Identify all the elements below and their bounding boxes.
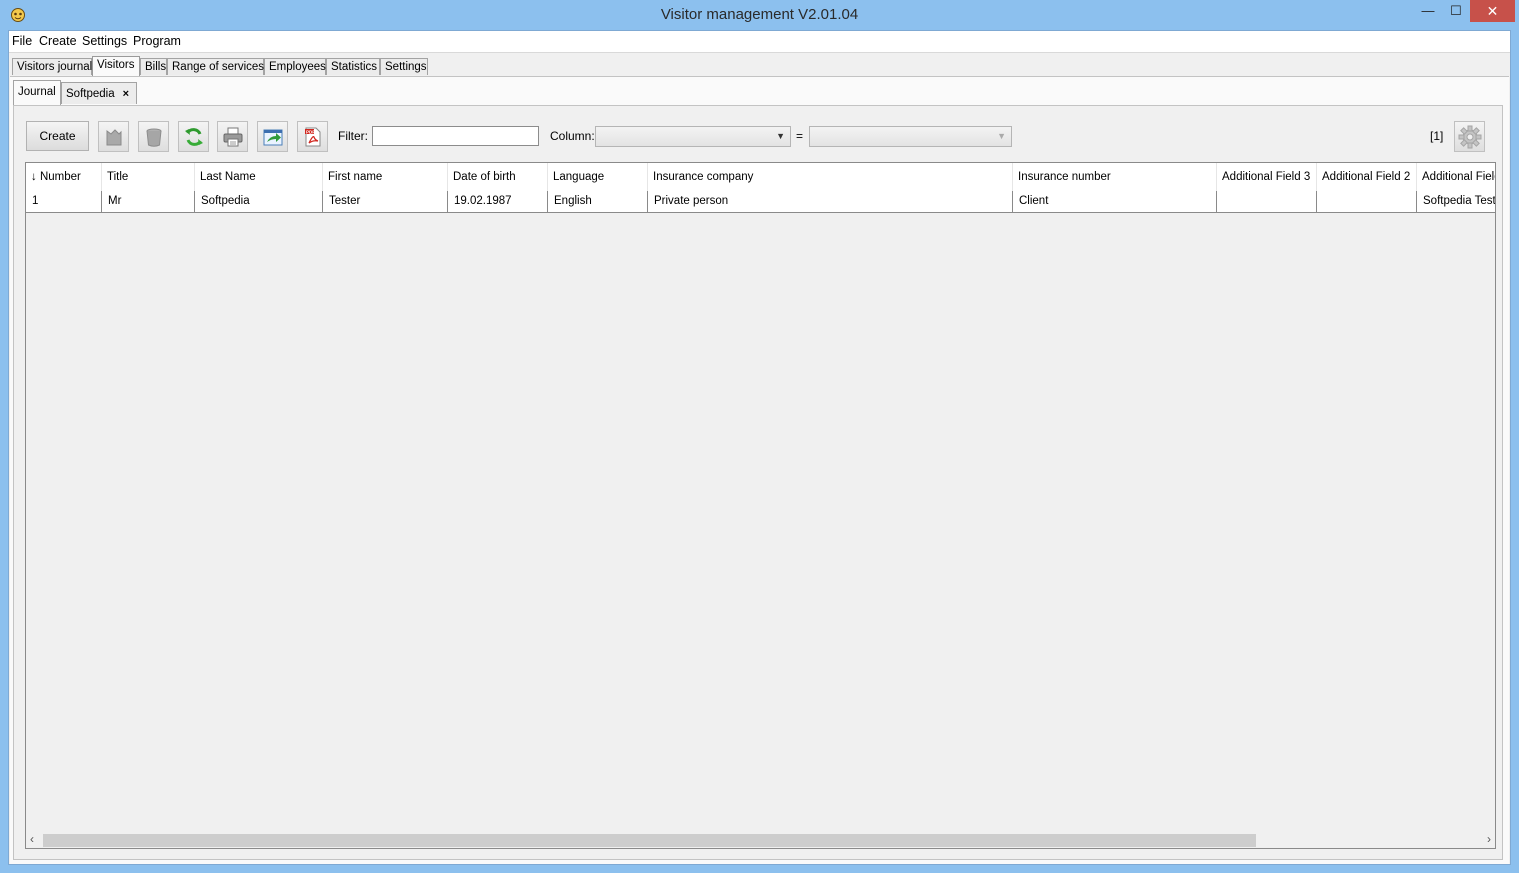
create-button[interactable]: Create (26, 121, 89, 151)
column-header-number[interactable]: ↓ Number (26, 163, 102, 191)
record-count: [1] (1430, 129, 1444, 143)
column-header-title[interactable]: Title (102, 163, 195, 191)
tab-range-of-services[interactable]: Range of services (167, 58, 264, 75)
maximize-button[interactable]: ☐ (1442, 0, 1470, 22)
column-select[interactable]: ▼ (595, 126, 791, 147)
settings-gear-icon (1458, 125, 1482, 149)
cell-additional-field[interactable]: Softpedia Test (1417, 191, 1495, 212)
minimize-button[interactable]: — (1414, 0, 1442, 22)
horizontal-scrollbar[interactable]: ‹ › (26, 832, 1495, 848)
cell-additional-field-2[interactable] (1317, 191, 1417, 212)
client-area: File Create Settings Program Visitors jo… (8, 30, 1511, 865)
menu-create[interactable]: Create (39, 34, 77, 48)
tab-visitors[interactable]: Visitors (92, 56, 140, 77)
chevron-down-icon: ▼ (776, 131, 785, 141)
table-row[interactable]: 1 Mr Softpedia Tester 19.02.1987 English… (26, 191, 1495, 213)
menu-bar: File Create Settings Program (9, 31, 1510, 53)
column-header-additional-field-2[interactable]: Additional Field 2 (1317, 163, 1417, 191)
svg-text:PDF: PDF (306, 129, 315, 134)
cell-number[interactable]: 1 (26, 191, 102, 212)
application-window: Visitor management V2.01.04 — ☐ ✕ File C… (0, 0, 1519, 873)
close-button[interactable]: ✕ (1470, 0, 1515, 22)
window-title: Visitor management V2.01.04 (660, 6, 859, 23)
visitors-panel: Journal Softpedia × Create PDF Filter: C… (10, 76, 1509, 864)
cell-last-name[interactable]: Softpedia (195, 191, 323, 212)
trash-bin-icon[interactable] (138, 121, 169, 152)
cell-additional-field-3[interactable] (1217, 191, 1317, 212)
column-header-language[interactable]: Language (548, 163, 648, 191)
tab-bills[interactable]: Bills (140, 58, 167, 75)
scrollbar-thumb[interactable] (43, 834, 1256, 847)
column-header-additional-field[interactable]: Additional Field (1417, 163, 1495, 191)
column-header-insurance-company[interactable]: Insurance company (648, 163, 1013, 191)
tab-visitors-journal[interactable]: Visitors journal (12, 58, 92, 75)
table-header: ↓ Number Title Last Name First name Date… (26, 163, 1495, 192)
cell-first-name[interactable]: Tester (323, 191, 448, 212)
column-header-insurance-number[interactable]: Insurance number (1013, 163, 1217, 191)
cell-language[interactable]: English (548, 191, 648, 212)
close-tab-icon[interactable]: × (123, 88, 129, 100)
journal-content: Create PDF Filter: Column: ▼ = ▼ [1] ↓ N… (13, 105, 1503, 860)
cell-date-of-birth[interactable]: 19.02.1987 (448, 191, 548, 212)
subtab-softpedia[interactable]: Softpedia × (61, 82, 137, 104)
menu-file[interactable]: File (12, 34, 32, 48)
menu-program[interactable]: Program (133, 34, 181, 48)
column-label: Column: (550, 129, 595, 143)
refresh-icon[interactable] (178, 121, 209, 152)
tab-settings[interactable]: Settings (380, 58, 428, 75)
filter-input[interactable] (372, 126, 539, 146)
cell-insurance-number[interactable]: Client (1013, 191, 1217, 212)
column-header-additional-field-3[interactable]: Additional Field 3 (1217, 163, 1317, 191)
export-icon[interactable] (257, 121, 288, 152)
cell-title[interactable]: Mr (102, 191, 195, 212)
column-header-date-of-birth[interactable]: Date of birth (448, 163, 548, 191)
tab-statistics[interactable]: Statistics (326, 58, 380, 75)
value-select[interactable]: ▼ (809, 126, 1012, 147)
column-header-first-name[interactable]: First name (323, 163, 448, 191)
subtab-softpedia-label: Softpedia (66, 88, 115, 100)
tab-employees[interactable]: Employees (264, 58, 326, 75)
cell-insurance-company[interactable]: Private person (648, 191, 1013, 212)
filter-label: Filter: (338, 129, 368, 143)
title-bar[interactable]: Visitor management V2.01.04 — ☐ ✕ (0, 0, 1519, 30)
visitors-table[interactable]: ↓ Number Title Last Name First name Date… (25, 162, 1496, 849)
scroll-right-icon[interactable]: › (1487, 832, 1491, 846)
menu-settings[interactable]: Settings (82, 34, 127, 48)
pdf-icon[interactable]: PDF (297, 121, 328, 152)
equals-label: = (796, 129, 804, 143)
column-header-last-name[interactable]: Last Name (195, 163, 323, 191)
settings-gear-button[interactable] (1454, 121, 1485, 152)
print-icon[interactable] (217, 121, 248, 152)
subtab-journal[interactable]: Journal (13, 80, 61, 105)
delete-broom-icon[interactable] (98, 121, 129, 152)
scroll-left-icon[interactable]: ‹ (30, 832, 34, 846)
chevron-down-icon: ▼ (997, 131, 1006, 141)
